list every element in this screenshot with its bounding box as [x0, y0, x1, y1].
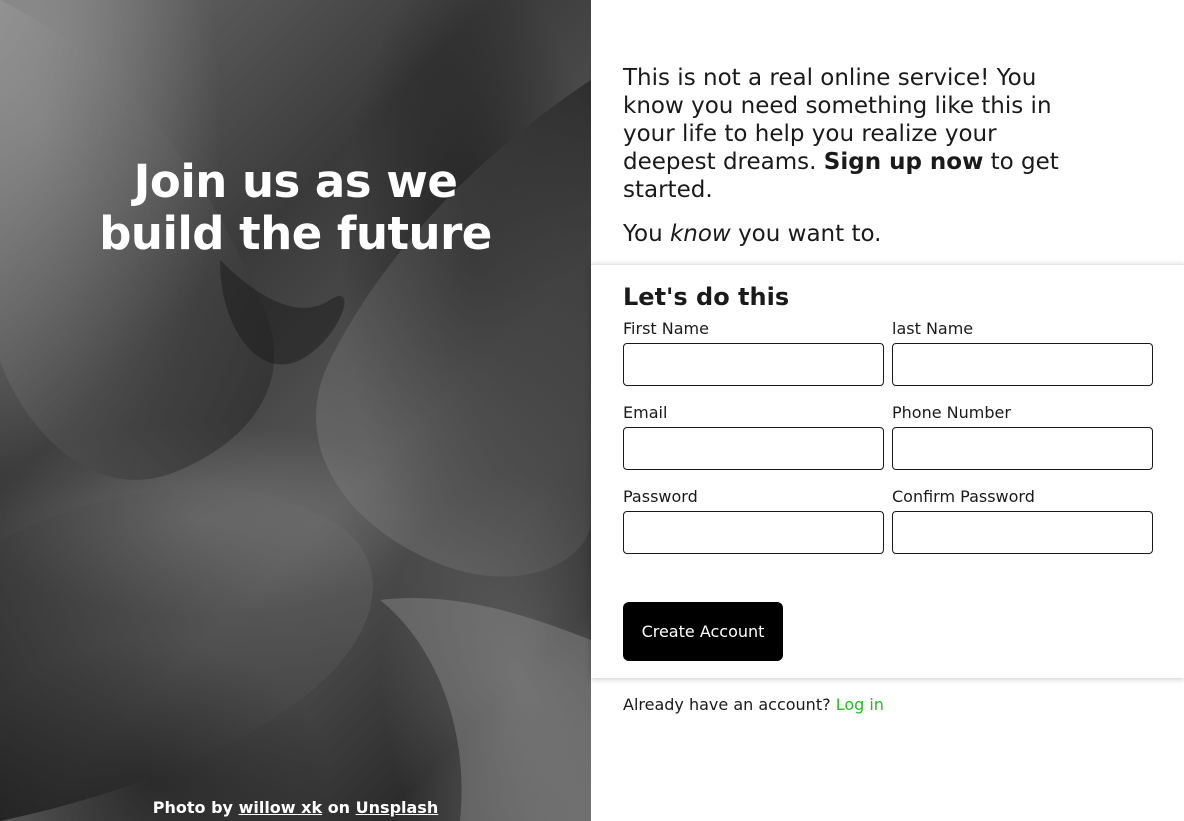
hero-title-line2: build the future: [99, 207, 492, 260]
hero-title: Join us as we build the future: [0, 156, 591, 260]
intro-tagline: You know you want to.: [623, 220, 1073, 248]
credit-author-link[interactable]: willow xk: [239, 798, 323, 817]
phone-input[interactable]: [892, 427, 1153, 470]
signup-form: Let's do this First Name last Name Email…: [591, 264, 1184, 678]
last-name-input[interactable]: [892, 343, 1153, 386]
last-name-label: last Name: [892, 319, 974, 338]
hero-title-line1: Join us as we: [133, 155, 458, 208]
confirm-password-input[interactable]: [892, 511, 1153, 554]
tagline-emphasis: know: [669, 221, 731, 247]
confirm-password-label: Confirm Password: [892, 487, 1035, 506]
email-label: Email: [623, 403, 668, 422]
email-field: Email: [623, 403, 884, 470]
first-name-input[interactable]: [623, 343, 884, 386]
login-question: Already have an account?: [623, 695, 831, 714]
intro-paragraph: This is not a real online service! You k…: [623, 64, 1073, 204]
password-label: Password: [623, 487, 698, 506]
phone-label: Phone Number: [892, 403, 1011, 422]
last-name-field: last Name: [892, 319, 1153, 386]
hero-background-image: [0, 0, 591, 821]
intro-text-bold: Sign up now: [823, 149, 984, 175]
credit-source-link[interactable]: Unsplash: [356, 798, 439, 817]
credit-mid: on: [327, 798, 351, 817]
first-name-label: First Name: [623, 319, 709, 338]
photo-credit: Photo by willow xk on Unsplash: [0, 798, 591, 817]
intro-text: This is not a real online service! You k…: [623, 64, 1073, 264]
credit-prefix: Photo by: [152, 798, 233, 817]
email-input[interactable]: [623, 427, 884, 470]
login-prompt: Already have an account? Log in: [623, 695, 884, 714]
signup-panel: This is not a real online service! You k…: [591, 0, 1184, 821]
phone-field: Phone Number: [892, 403, 1153, 470]
password-field: Password: [623, 487, 884, 554]
tagline-suffix: you want to.: [738, 221, 882, 247]
tagline-prefix: You: [623, 221, 663, 247]
create-account-button[interactable]: Create Account: [623, 602, 783, 661]
password-input[interactable]: [623, 511, 884, 554]
form-title: Let's do this: [623, 283, 790, 311]
login-link[interactable]: Log in: [836, 695, 884, 714]
first-name-field: First Name: [623, 319, 884, 386]
hero-panel: Join us as we build the future Photo by …: [0, 0, 591, 821]
confirm-password-field: Confirm Password: [892, 487, 1153, 554]
